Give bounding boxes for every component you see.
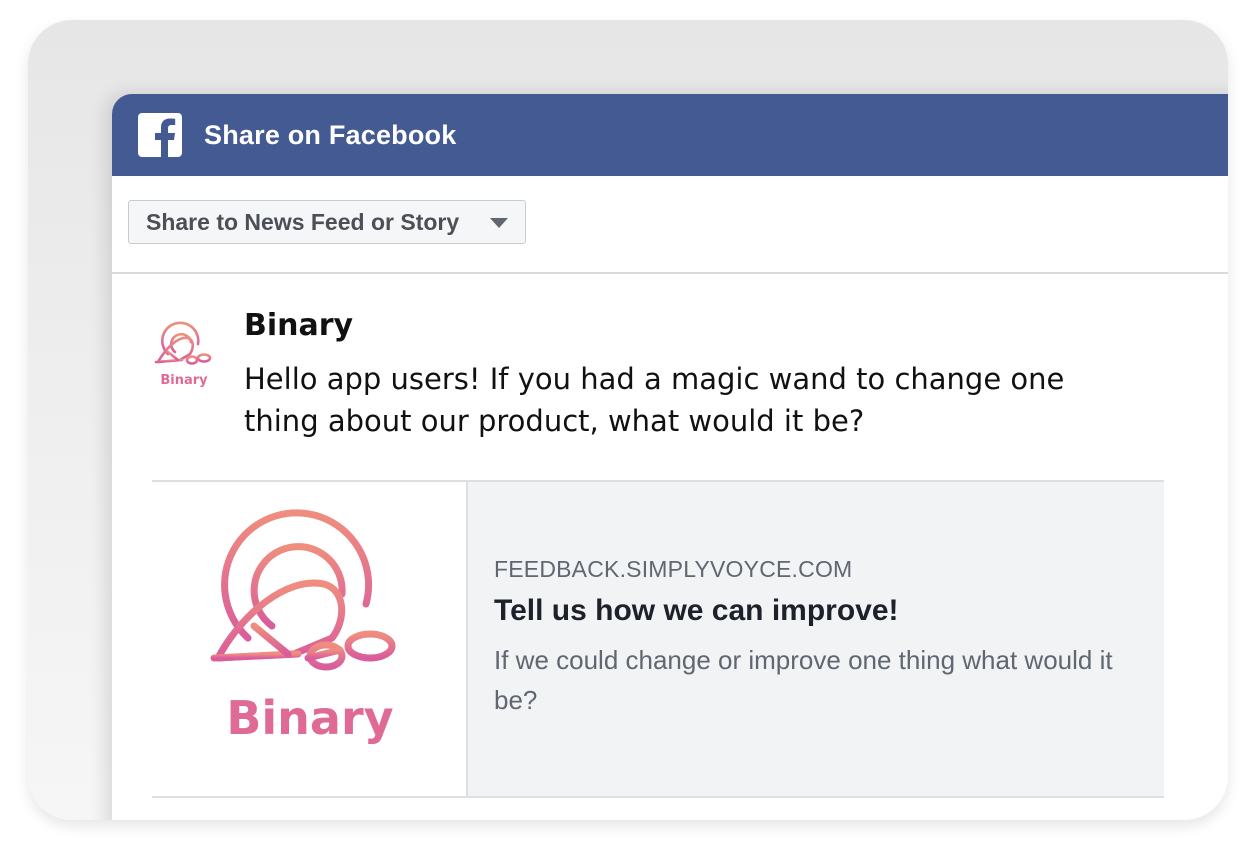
link-title[interactable]: Tell us how we can improve! [494, 594, 899, 628]
share-target-dropdown[interactable]: Share to News Feed or Story [128, 200, 526, 244]
link-domain: FEEDBACK.SIMPLYVOYCE.COM [494, 556, 853, 582]
avatar-logo-text: Binary [160, 373, 208, 388]
share-options-bar: Share to News Feed or Story [112, 176, 1228, 274]
avatar: Binary [148, 314, 220, 390]
dialog-title: Share on Facebook [204, 119, 457, 150]
binary-bird-logo-icon [154, 321, 212, 365]
screenshot-frame: Share on Facebook Share to News Feed or … [28, 20, 1228, 820]
dialog-header: Share on Facebook [112, 94, 1228, 176]
link-preview-body: FEEDBACK.SIMPLYVOYCE.COM Tell us how we … [468, 482, 1164, 796]
card-logo-text: Binary [226, 691, 393, 745]
link-preview-image: Binary [152, 482, 468, 796]
share-target-label: Share to News Feed or Story [146, 208, 460, 235]
link-preview-card[interactable]: Binary FEEDBACK.SIMPLYVOYCE.COM Tell us … [152, 480, 1164, 798]
binary-bird-logo-icon [210, 509, 396, 671]
post-message[interactable]: Hello app users! If you had a magic wand… [244, 358, 1104, 442]
facebook-icon [138, 113, 182, 157]
chevron-down-icon [490, 218, 508, 228]
link-description: If we could change or improve one thing … [494, 645, 1113, 715]
share-dialog: Share on Facebook Share to News Feed or … [112, 94, 1228, 820]
post-author-name[interactable]: Binary [244, 308, 353, 343]
